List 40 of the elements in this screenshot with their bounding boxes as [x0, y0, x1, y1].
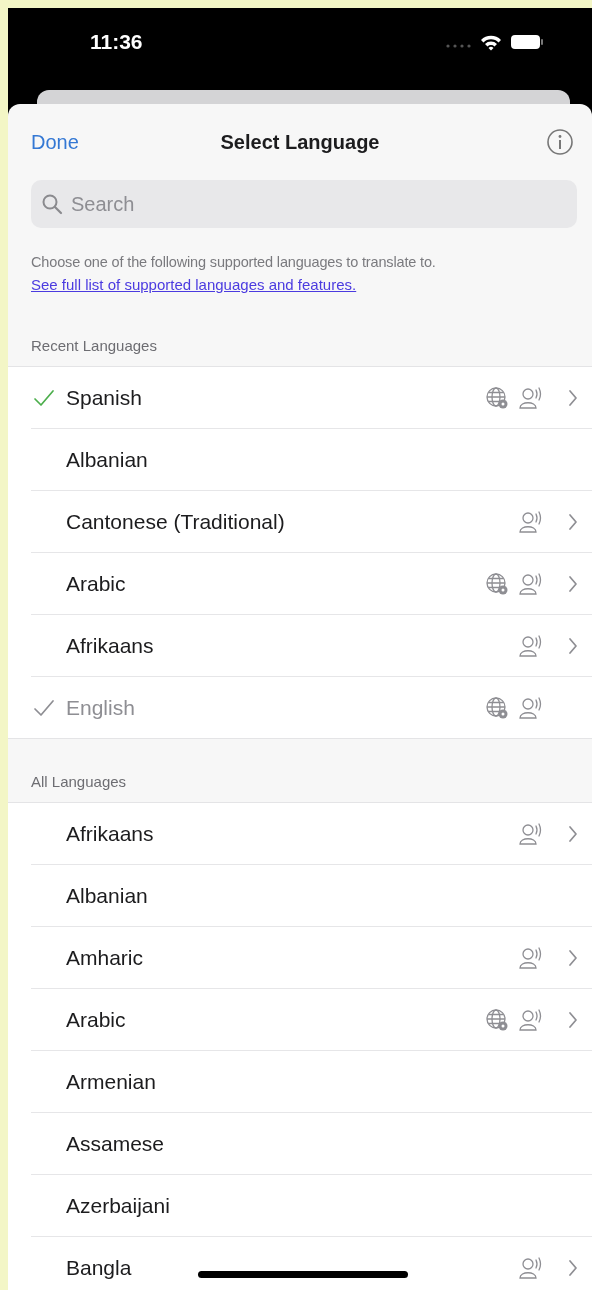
language-name: Afrikaans: [66, 633, 154, 658]
language-row[interactable]: Armenian: [31, 1051, 592, 1113]
language-name: Cantonese (Traditional): [66, 509, 285, 534]
done-button[interactable]: Done: [31, 130, 79, 154]
language-row[interactable]: Assamese: [31, 1113, 592, 1175]
language-row[interactable]: Spanish: [31, 367, 592, 429]
section-header: Recent Languages: [30, 336, 158, 356]
language-name: Albanian: [66, 447, 148, 472]
sheet-title: Select Language: [220, 130, 380, 154]
language-row[interactable]: Albanian: [31, 865, 592, 927]
language-row[interactable]: Amharic: [31, 927, 592, 989]
language-name: Albanian: [66, 883, 148, 908]
language-name: Spanish: [66, 385, 142, 410]
language-row[interactable]: Cantonese (Traditional): [31, 491, 592, 553]
language-name: Arabic: [66, 571, 126, 596]
battery-icon: [510, 34, 544, 50]
language-name: Bangla: [66, 1255, 132, 1280]
language-row[interactable]: Afrikaans: [31, 803, 592, 865]
language-row[interactable]: Arabic: [31, 553, 592, 615]
language-row[interactable]: Afrikaans: [31, 615, 592, 677]
language-row[interactable]: Albanian: [31, 429, 592, 491]
search-icon: [41, 193, 63, 215]
signal-icon: [446, 43, 472, 49]
language-row[interactable]: Arabic: [31, 989, 592, 1051]
language-row[interactable]: Bangla: [31, 1237, 592, 1290]
language-name: Armenian: [66, 1069, 156, 1094]
wifi-icon: [480, 33, 502, 51]
language-name: Assamese: [66, 1131, 165, 1156]
language-name: Arabic: [66, 1007, 126, 1032]
description-text: Choose one of the following supported languages to translate to.: [31, 254, 437, 270]
language-name: English: [66, 695, 135, 720]
language-row[interactable]: Azerbaijani: [31, 1175, 592, 1237]
status-time: 11:36: [90, 30, 143, 54]
languages-link[interactable]: See full list of supported languages and features.: [31, 276, 582, 293]
language-name: Amharic: [66, 945, 144, 970]
search-field[interactable]: Search: [31, 180, 577, 228]
info-icon[interactable]: [546, 128, 574, 156]
section-header: All Languages: [30, 772, 128, 792]
language-name: Azerbaijani: [66, 1193, 170, 1218]
language-name: Afrikaans: [66, 821, 154, 846]
